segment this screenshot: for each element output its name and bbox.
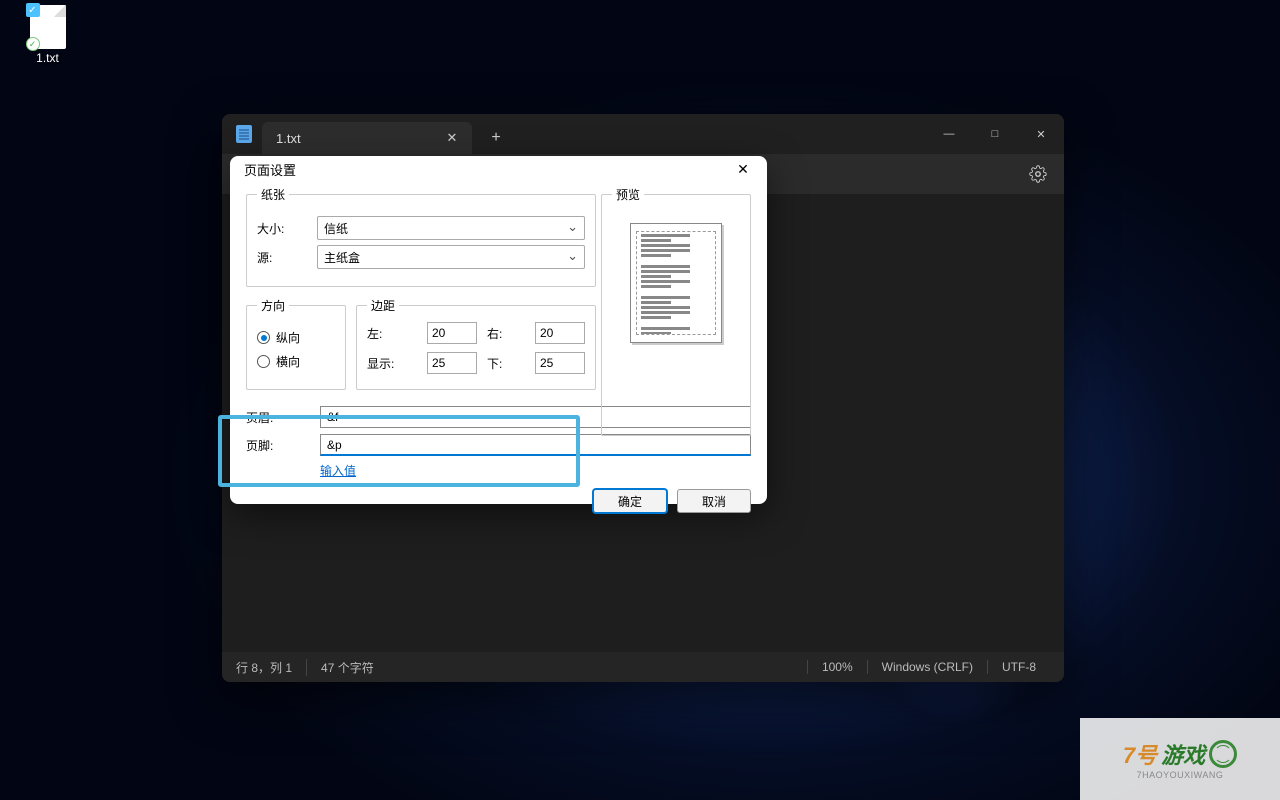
margin-bottom-label: 下: (487, 355, 525, 372)
paper-source-select[interactable]: 主纸盒 (317, 245, 585, 269)
titlebar[interactable]: 1.txt ✕ + — □ ✕ (222, 114, 1064, 154)
orientation-fieldset: 方向 纵向 横向 (246, 297, 346, 390)
preview-legend: 预览 (612, 186, 644, 203)
desktop-file-icon[interactable]: ✓ ✓ 1.txt (15, 5, 80, 65)
statusbar: 行 8，列 1 47 个字符 100% Windows (CRLF) UTF-8 (222, 652, 1064, 682)
tab-title: 1.txt (276, 131, 442, 146)
header-label: 页眉: (246, 409, 320, 426)
close-button[interactable]: ✕ (1018, 114, 1064, 154)
margin-right-label: 右: (487, 325, 525, 342)
status-position: 行 8，列 1 (236, 659, 306, 676)
margins-fieldset: 边距 左: 右: 显示: 下: (356, 297, 596, 390)
radio-icon (257, 355, 270, 368)
paper-fieldset: 纸张 大小: 信纸 源: 主纸盒 (246, 186, 596, 287)
paper-legend: 纸张 (257, 186, 289, 203)
sync-badge-icon: ✓ (26, 3, 40, 17)
dialog-titlebar[interactable]: 页面设置 ✕ (230, 156, 767, 182)
new-tab-button[interactable]: + (480, 122, 512, 154)
input-values-link[interactable]: 输入值 (320, 464, 356, 478)
dialog-title: 页面设置 (244, 160, 296, 179)
settings-button[interactable] (1022, 158, 1054, 190)
orientation-legend: 方向 (257, 297, 289, 314)
preview-fieldset: 预览 (601, 186, 751, 436)
preview-page-icon (630, 223, 722, 343)
margin-left-input[interactable] (427, 322, 477, 344)
paper-source-label: 源: (257, 249, 317, 266)
ok-button[interactable]: 确定 (593, 489, 667, 513)
footer-input[interactable] (320, 434, 751, 456)
orientation-landscape-radio[interactable]: 横向 (257, 353, 335, 370)
status-zoom[interactable]: 100% (807, 660, 867, 674)
gear-icon (1029, 165, 1047, 183)
desktop-icon-label: 1.txt (15, 51, 80, 65)
margin-top-input[interactable] (427, 352, 477, 374)
radio-icon (257, 331, 270, 344)
margin-top-label: 显示: (367, 355, 417, 372)
margin-right-input[interactable] (535, 322, 585, 344)
txt-file-icon: ✓ ✓ (30, 5, 66, 49)
footer-label: 页脚: (246, 437, 320, 454)
globe-icon (1209, 740, 1237, 768)
cancel-button[interactable]: 取消 (677, 489, 751, 513)
tab-close-icon[interactable]: ✕ (442, 128, 462, 148)
status-encoding[interactable]: UTF-8 (987, 660, 1050, 674)
maximize-button[interactable]: □ (972, 114, 1018, 154)
tab-active[interactable]: 1.txt ✕ (262, 122, 472, 154)
orientation-portrait-radio[interactable]: 纵向 (257, 329, 335, 346)
watermark: 7号游戏 7HAOYOUXIWANG (1080, 718, 1280, 800)
margins-legend: 边距 (367, 297, 399, 314)
dialog-close-button[interactable]: ✕ (727, 156, 759, 182)
status-badge-icon: ✓ (26, 37, 40, 51)
margin-bottom-input[interactable] (535, 352, 585, 374)
status-line-ending[interactable]: Windows (CRLF) (867, 660, 987, 674)
minimize-button[interactable]: — (926, 114, 972, 154)
margin-left-label: 左: (367, 325, 417, 342)
paper-size-select[interactable]: 信纸 (317, 216, 585, 240)
paper-size-label: 大小: (257, 220, 317, 237)
notepad-app-icon (236, 125, 252, 143)
status-char-count: 47 个字符 (306, 659, 388, 676)
page-setup-dialog: 页面设置 ✕ 纸张 大小: 信纸 源: 主纸盒 方向 (230, 156, 767, 504)
